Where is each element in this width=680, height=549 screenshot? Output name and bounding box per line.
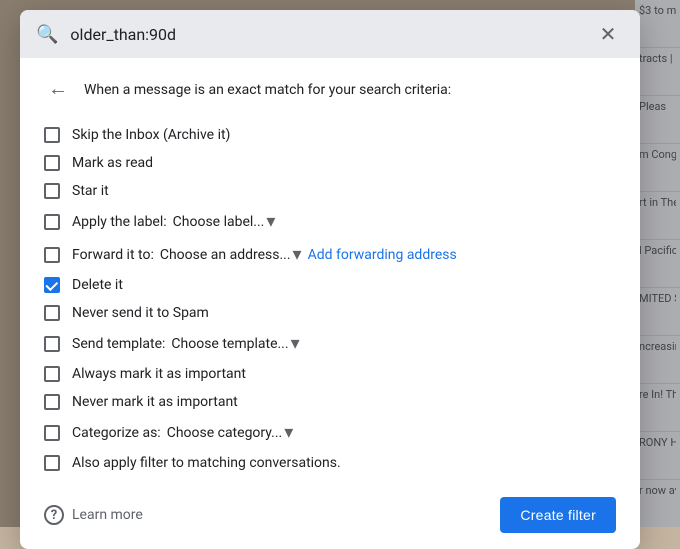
dialog-subtitle-row: ← When a message is an exact match for y… — [44, 74, 616, 105]
checkbox-star-it[interactable] — [44, 183, 60, 199]
dialog-subtitle-text: When a message is an exact match for you… — [84, 82, 451, 98]
option-label-skip-inbox: Skip the Inbox (Archive it) — [72, 127, 230, 143]
option-label-delete-it: Delete it — [72, 277, 123, 293]
checkbox-apply-label[interactable] — [44, 214, 60, 230]
checkbox-always-important[interactable] — [44, 366, 60, 382]
dialog-footer: ? Learn more Create filter — [20, 485, 640, 549]
option-label-send-template: Send template:Choose template... ▾ — [72, 333, 300, 354]
filter-dialog: 🔍 older_than:90d ✕ ← When a message is a… — [20, 10, 640, 549]
close-button[interactable]: ✕ — [592, 18, 624, 50]
dropdown-apply-label[interactable]: Choose label... ▾ — [173, 211, 276, 232]
filter-option-always-important: Always mark it as important — [44, 360, 616, 388]
checkbox-delete-it[interactable] — [44, 277, 60, 293]
option-label-categorize-as: Categorize as:Choose category... ▾ — [72, 422, 293, 443]
filter-option-categorize-as: Categorize as:Choose category... ▾ — [44, 416, 616, 449]
filter-option-star-it: Star it — [44, 177, 616, 205]
learn-more-label: Learn more — [72, 507, 143, 523]
search-bar: 🔍 older_than:90d ✕ — [20, 10, 640, 58]
option-label-forward-it: Forward it to:Choose an address... ▾Add … — [72, 244, 457, 265]
option-label-never-important: Never mark it as important — [72, 394, 238, 410]
search-query-display: older_than:90d — [70, 25, 580, 44]
filter-option-skip-inbox: Skip the Inbox (Archive it) — [44, 121, 616, 149]
dialog-body: ← When a message is an exact match for y… — [20, 58, 640, 477]
filter-option-never-spam: Never send it to Spam — [44, 299, 616, 327]
checkbox-never-important[interactable] — [44, 394, 60, 410]
option-label-star-it: Star it — [72, 183, 109, 199]
filter-option-delete-it: Delete it — [44, 271, 616, 299]
dropdown-forward-it[interactable]: Choose an address... ▾ — [160, 244, 302, 265]
option-label-mark-as-read: Mark as read — [72, 155, 153, 171]
dropdown-arrow-categorize-as: ▾ — [284, 422, 293, 443]
help-icon: ? — [44, 505, 64, 525]
back-button[interactable]: ← — [44, 74, 72, 105]
checkbox-never-spam[interactable] — [44, 305, 60, 321]
option-label-apply-label: Apply the label:Choose label... ▾ — [72, 211, 275, 232]
dropdown-categorize-as[interactable]: Choose category... ▾ — [167, 422, 294, 443]
dropdown-send-template[interactable]: Choose template... ▾ — [171, 333, 299, 354]
option-label-also-apply: Also apply filter to matching conversati… — [72, 455, 341, 471]
dropdown-arrow-forward-it: ▾ — [293, 244, 302, 265]
checkbox-categorize-as[interactable] — [44, 425, 60, 441]
filter-option-also-apply: Also apply filter to matching conversati… — [44, 449, 616, 477]
search-icon: 🔍 — [36, 24, 58, 45]
checkbox-skip-inbox[interactable] — [44, 127, 60, 143]
filter-option-never-important: Never mark it as important — [44, 388, 616, 416]
filter-option-mark-as-read: Mark as read — [44, 149, 616, 177]
filter-option-forward-it: Forward it to:Choose an address... ▾Add … — [44, 238, 616, 271]
dropdown-arrow-apply-label: ▾ — [266, 211, 275, 232]
checkbox-send-template[interactable] — [44, 336, 60, 352]
dropdown-arrow-send-template: ▾ — [291, 333, 300, 354]
learn-more-link[interactable]: ? Learn more — [44, 505, 143, 525]
checkbox-forward-it[interactable] — [44, 247, 60, 263]
checkbox-mark-as-read[interactable] — [44, 155, 60, 171]
option-label-always-important: Always mark it as important — [72, 366, 246, 382]
filter-option-send-template: Send template:Choose template... ▾ — [44, 327, 616, 360]
link-forward-it[interactable]: Add forwarding address — [308, 247, 457, 263]
create-filter-button[interactable]: Create filter — [500, 497, 616, 533]
filter-options-list: Skip the Inbox (Archive it) Mark as read S… — [44, 121, 616, 477]
checkbox-also-apply[interactable] — [44, 455, 60, 471]
option-label-never-spam: Never send it to Spam — [72, 305, 209, 321]
filter-option-apply-label: Apply the label:Choose label... ▾ — [44, 205, 616, 238]
